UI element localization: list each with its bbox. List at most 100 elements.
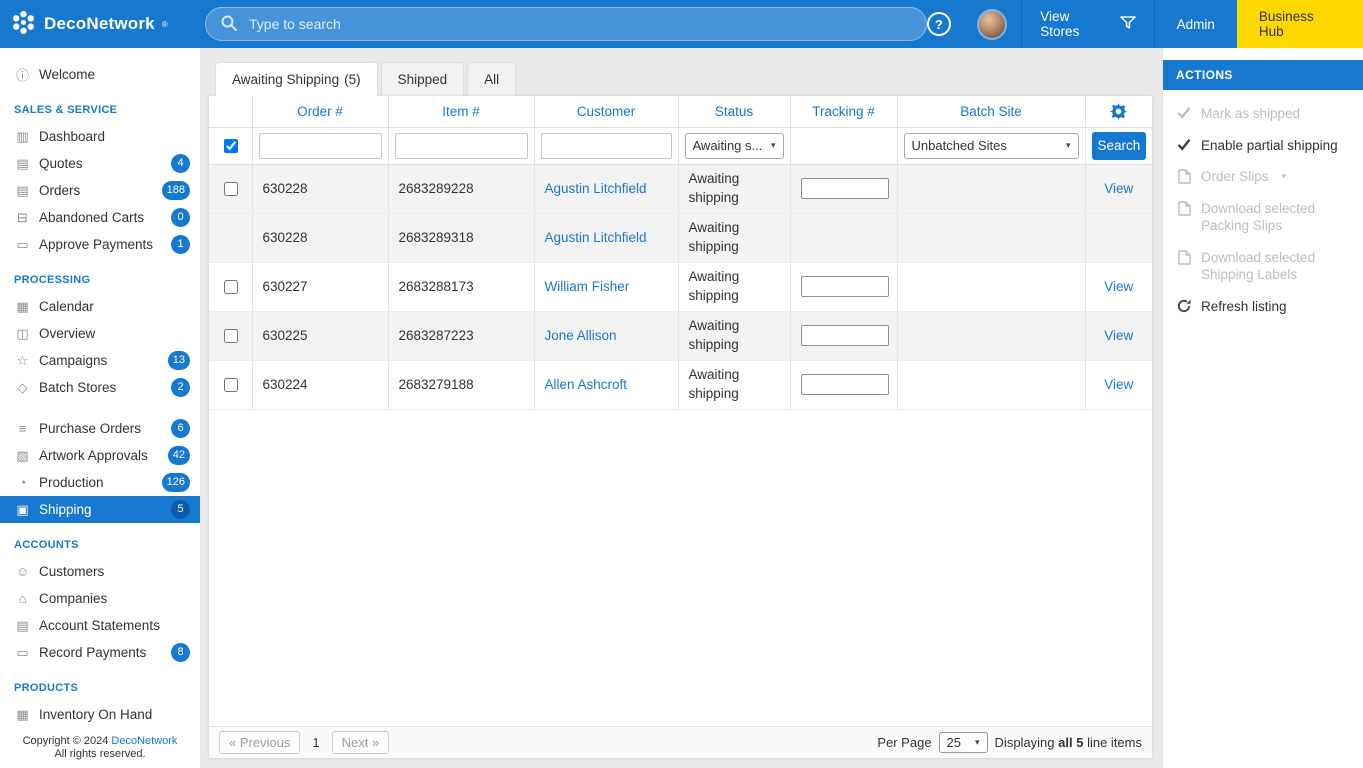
row-checkbox[interactable] [224, 280, 238, 294]
payment-card-icon: ▭ [14, 645, 31, 661]
order-number: 630227 [252, 262, 388, 311]
sidebar-item-shipping[interactable]: ▣ Shipping 5 [0, 496, 200, 523]
view-link[interactable]: View [1104, 328, 1133, 343]
sidebar-item-dashboard[interactable]: ▥ Dashboard [0, 123, 200, 150]
per-page-select[interactable]: 25 ▾ [939, 732, 988, 753]
action-mark-as-shipped[interactable]: Mark as shipped [1163, 98, 1363, 130]
purchase-orders-icon: ≡ [14, 421, 31, 436]
action-refresh-listing[interactable]: Refresh listing [1163, 291, 1363, 323]
chevron-down-icon: ▾ [975, 737, 980, 748]
next-page-button[interactable]: Next » [332, 731, 390, 754]
registered-mark: ® [162, 20, 168, 29]
customer-link[interactable]: Agustin Litchfield [545, 181, 647, 196]
row-checkbox[interactable] [224, 182, 238, 196]
action-download-packing-slips[interactable]: Download selected Packing Slips [1163, 193, 1363, 242]
campaigns-icon: ☆ [14, 353, 31, 369]
sidebar-item-purchase-orders[interactable]: ≡ Purchase Orders 6 [0, 415, 200, 442]
customer-link[interactable]: Allen Ashcroft [545, 377, 628, 392]
column-header-status[interactable]: Status [678, 96, 790, 127]
column-header-tracking[interactable]: Tracking # [790, 96, 897, 127]
batch-site-cell [897, 262, 1085, 311]
dashboard-icon: ▥ [14, 129, 31, 145]
customer-link[interactable]: William Fisher [545, 279, 630, 294]
item-filter-input[interactable] [395, 133, 528, 159]
search-input[interactable] [247, 15, 912, 33]
sidebar-item-inventory-on-hand[interactable]: ▦ Inventory On Hand [0, 701, 200, 728]
sidebar-item-label: Welcome [39, 67, 190, 82]
sidebar-item-artwork-approvals[interactable]: ▨ Artwork Approvals 42 [0, 442, 200, 469]
search-button[interactable]: Search [1092, 132, 1147, 160]
sidebar-item-record-payments[interactable]: ▭ Record Payments 8 [0, 639, 200, 666]
column-header-batch-site[interactable]: Batch Site [897, 96, 1085, 127]
status-text: Awaiting shipping [678, 360, 790, 409]
view-link[interactable]: View [1104, 377, 1133, 392]
deconetwork-link[interactable]: DecoNetwork [111, 735, 177, 747]
sidebar-item-orders[interactable]: ▤ Orders 188 [0, 177, 200, 204]
cart-icon: ⊟ [14, 210, 31, 226]
action-download-shipping-labels[interactable]: Download selected Shipping Labels [1163, 242, 1363, 291]
column-header-order[interactable]: Order # [252, 96, 388, 127]
row-checkbox[interactable] [224, 329, 238, 343]
row-checkbox[interactable] [224, 378, 238, 392]
column-header-customer[interactable]: Customer [534, 96, 678, 127]
tracking-input[interactable] [801, 178, 889, 199]
sidebar-item-customers[interactable]: ☺ Customers [0, 558, 200, 585]
current-page: 1 [308, 735, 323, 750]
customer-link[interactable]: Agustin Litchfield [545, 230, 647, 245]
table-row: 630228 2683289228 Agustin Litchfield Awa… [209, 164, 1152, 213]
count-badge: 1 [171, 235, 190, 254]
tab-shipped[interactable]: Shipped [381, 62, 465, 96]
tracking-input[interactable] [801, 276, 889, 297]
topbar: DecoNetwork® ? View Stores Admin Busines… [0, 0, 1363, 48]
tab-awaiting-shipping[interactable]: Awaiting Shipping (5) [215, 62, 378, 96]
order-number: 630228 [252, 213, 388, 262]
action-enable-partial-shipping[interactable]: Enable partial shipping [1163, 130, 1363, 162]
admin-button[interactable]: Admin [1155, 0, 1237, 48]
tracking-input[interactable] [801, 374, 889, 395]
batch-site-filter-select[interactable]: Unbatched Sites ▾ [904, 133, 1079, 159]
order-number: 630224 [252, 360, 388, 409]
sidebar-item-quotes[interactable]: ▤ Quotes 4 [0, 150, 200, 177]
sidebar-item-approve-payments[interactable]: ▭ Approve Payments 1 [0, 231, 200, 258]
status-text: Awaiting shipping [678, 164, 790, 213]
sidebar-item-batch-stores[interactable]: ◇ Batch Stores 2 [0, 374, 200, 401]
orders-icon: ▤ [14, 183, 31, 199]
sidebar-item-abandoned-carts[interactable]: ⊟ Abandoned Carts 0 [0, 204, 200, 231]
quotes-icon: ▤ [14, 156, 31, 172]
sidebar-item-calendar[interactable]: ▦ Calendar [0, 293, 200, 320]
business-hub-button[interactable]: Business Hub [1237, 0, 1363, 48]
tracking-input[interactable] [801, 325, 889, 346]
view-link[interactable]: View [1104, 279, 1133, 294]
global-search[interactable] [205, 7, 927, 41]
tab-all[interactable]: All [467, 62, 516, 96]
status-text: Awaiting shipping [678, 311, 790, 360]
customer-filter-input[interactable] [541, 133, 672, 159]
sidebar-item-overview[interactable]: ◫ Overview [0, 320, 200, 347]
view-stores-button[interactable]: View Stores [1022, 0, 1153, 48]
count-badge: 188 [162, 181, 190, 200]
table-row: 630225 2683287223 Jone Allison Awaiting … [209, 311, 1152, 360]
sidebar-item-account-statements[interactable]: ▤ Account Statements [0, 612, 200, 639]
view-link[interactable]: View [1104, 181, 1133, 196]
sidebar-item-production[interactable]: ◔ Production 126 [0, 469, 200, 496]
previous-page-button[interactable]: « Previous [219, 731, 300, 754]
order-filter-input[interactable] [259, 133, 382, 159]
brand[interactable]: DecoNetwork® [0, 9, 200, 39]
chevron-down-icon: ▾ [1282, 171, 1287, 183]
column-header-item[interactable]: Item # [388, 96, 534, 127]
count-badge: 2 [171, 378, 190, 397]
table-row: 630224 2683279188 Allen Ashcroft Awaitin… [209, 360, 1152, 409]
sidebar-item-campaigns[interactable]: ☆ Campaigns 13 [0, 347, 200, 374]
column-settings-button[interactable] [1085, 96, 1152, 127]
avatar[interactable] [977, 9, 1008, 40]
sidebar-item-welcome[interactable]: ⓘ Welcome [0, 61, 200, 88]
displaying-text: Displaying all 5 line items [995, 735, 1142, 750]
status-filter-select[interactable]: Awaiting s... ▾ [685, 133, 784, 159]
help-icon[interactable]: ? [927, 12, 951, 36]
count-badge: 0 [171, 208, 190, 227]
action-order-slips[interactable]: Order Slips ▾ [1163, 161, 1363, 193]
sidebar-item-companies[interactable]: ⌂ Companies [0, 585, 200, 612]
per-page-label: Per Page [877, 735, 931, 750]
customer-link[interactable]: Jone Allison [545, 328, 617, 343]
select-all-checkbox[interactable] [224, 139, 238, 153]
